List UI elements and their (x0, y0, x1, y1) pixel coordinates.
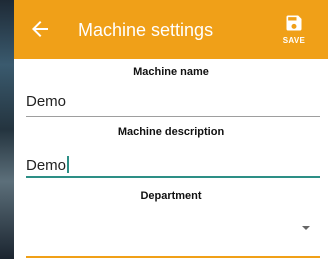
background-window (0, 0, 14, 259)
machine-name-field[interactable]: Demo (26, 93, 66, 110)
machine-description-field[interactable]: Demo (26, 156, 69, 174)
machine-description-label: Machine description (117, 126, 225, 138)
save-button[interactable]: SAVE (276, 13, 312, 53)
machine-name-underline (26, 116, 320, 117)
machine-settings-panel: Machine settings SAVE Machine name Demo … (14, 0, 328, 259)
page-title: Machine settings (78, 20, 214, 40)
text-cursor (67, 156, 69, 173)
department-dropdown[interactable] (26, 212, 320, 242)
machine-description-value: Demo (26, 157, 67, 174)
department-underline (26, 256, 320, 258)
back-button[interactable] (28, 17, 52, 41)
arrow-left-icon (32, 21, 48, 37)
save-label: SAVE (282, 36, 306, 45)
dropdown-arrow-icon (302, 226, 310, 230)
department-label: Department (140, 190, 202, 202)
app-bar: Machine settings SAVE (14, 0, 328, 59)
machine-name-label: Machine name (133, 66, 209, 78)
floppy-disk-icon (286, 15, 302, 31)
machine-description-underline (26, 176, 320, 178)
